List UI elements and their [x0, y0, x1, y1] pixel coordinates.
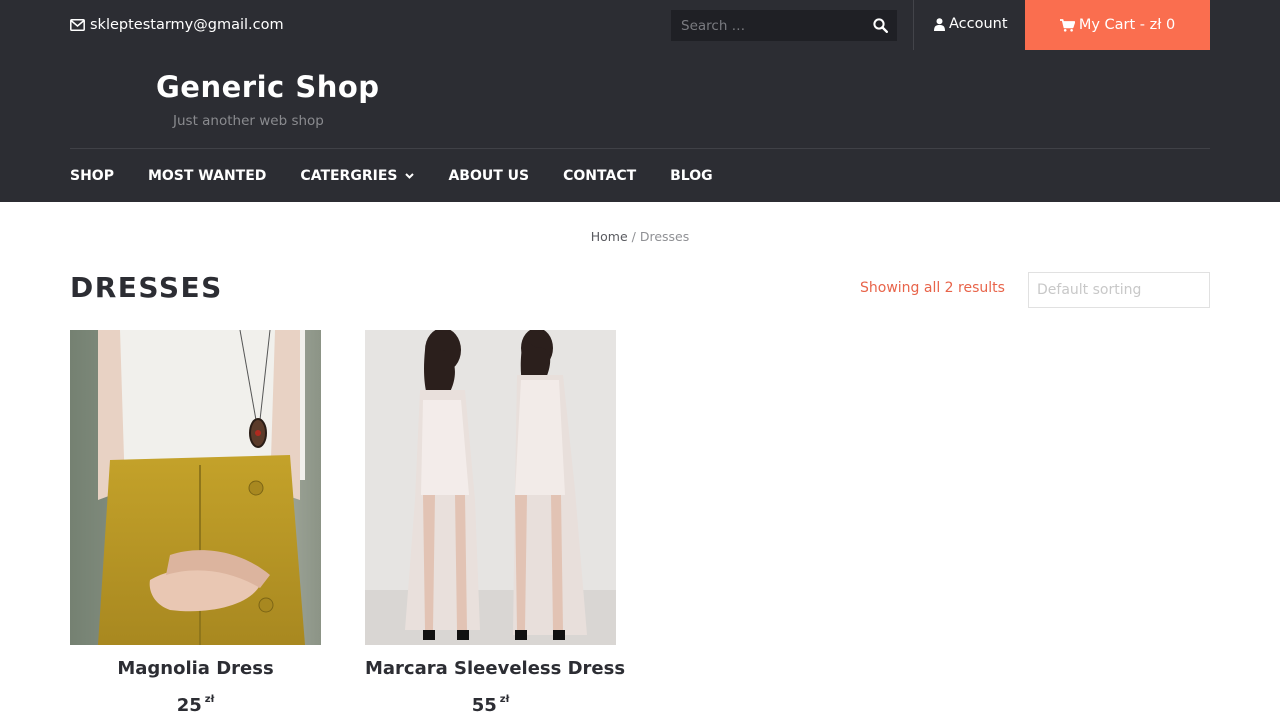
product-price-currency: zł — [499, 694, 510, 705]
search-input[interactable] — [671, 10, 857, 41]
nav-item-label: MOST WANTED — [147, 168, 267, 184]
chevron-down-icon — [405, 173, 415, 179]
breadcrumb-current: Dresses — [639, 229, 690, 244]
shopping-cart-icon — [1059, 18, 1075, 32]
product-price-value: 25 — [176, 695, 202, 716]
account-link[interactable]: Account — [934, 16, 1008, 32]
nav-item-label: BLOG — [670, 168, 713, 184]
product-price: 55 zł — [365, 694, 616, 716]
sort-select-value: Default sorting — [1037, 282, 1142, 298]
site-title[interactable]: Generic Shop — [156, 70, 380, 104]
cart-button[interactable]: My Cart - zł 0 — [1025, 0, 1210, 50]
product-card[interactable]: Magnolia Dress 25 zł — [70, 330, 321, 716]
nav-item-label: CONTACT — [563, 168, 637, 184]
top-bar: skleptestarmy@gmail.com Account My Cart … — [0, 0, 1280, 50]
nav-item-categories[interactable]: CATERGRIES — [300, 168, 415, 184]
nav-item-blog[interactable]: BLOG — [670, 168, 713, 184]
product-name[interactable]: Marcara Sleeveless Dress — [365, 658, 625, 679]
nav-item-label: SHOP — [70, 168, 114, 184]
search-icon[interactable] — [873, 18, 889, 37]
account-label: Account — [949, 16, 1008, 32]
nav-item-label: ABOUT US — [448, 168, 530, 184]
main-navigation: SHOP MOST WANTED CATERGRIES ABOUT US CON… — [70, 166, 747, 186]
envelope-icon — [70, 19, 85, 31]
nav-item-label: CATERGRIES — [300, 168, 398, 184]
breadcrumb-home[interactable]: Home — [591, 229, 628, 244]
product-name[interactable]: Magnolia Dress — [70, 658, 321, 679]
topbar-divider — [913, 0, 914, 50]
search-box — [671, 10, 897, 41]
nav-item-about-us[interactable]: ABOUT US — [448, 168, 529, 184]
contact-email-text: skleptestarmy@gmail.com — [90, 17, 284, 33]
header-divider — [70, 148, 1210, 149]
page-title: DRESSES — [70, 271, 223, 304]
site-tagline: Just another web shop — [173, 113, 324, 129]
product-card[interactable]: Marcara Sleeveless Dress 55 zł — [365, 330, 625, 716]
nav-item-shop[interactable]: SHOP — [70, 168, 114, 184]
result-count: Showing all 2 results — [860, 280, 1005, 296]
product-image[interactable] — [70, 330, 321, 645]
product-price: 25 zł — [70, 694, 321, 716]
product-image[interactable] — [365, 330, 616, 645]
sort-select[interactable]: Default sorting — [1028, 272, 1210, 308]
site-header: Generic Shop Just another web shop SHOP … — [0, 50, 1280, 202]
breadcrumb-separator: / — [631, 229, 636, 244]
user-icon — [934, 17, 945, 31]
cart-label: My Cart - zł 0 — [1078, 17, 1176, 33]
product-price-currency: zł — [204, 694, 215, 705]
product-price-value: 55 — [471, 695, 497, 716]
breadcrumb: Home / Dresses — [0, 229, 1280, 244]
nav-item-contact[interactable]: CONTACT — [563, 168, 636, 184]
nav-item-most-wanted[interactable]: MOST WANTED — [148, 168, 266, 184]
contact-email[interactable]: skleptestarmy@gmail.com — [70, 16, 284, 34]
